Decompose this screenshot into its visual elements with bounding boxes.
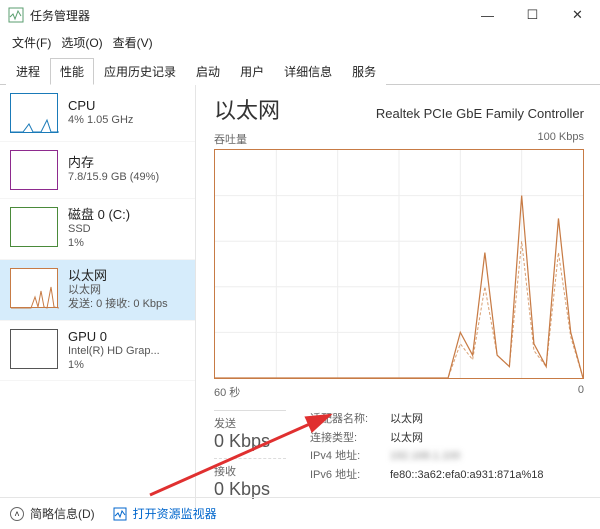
disk-mini-graph [10, 207, 58, 247]
tab-details[interactable]: 详细信息 [274, 58, 342, 85]
gpu-usage: 1% [68, 359, 160, 373]
cpu-stats: 4% 1.05 GHz [68, 114, 133, 128]
info-ipv4-val: 192.168.1.100 [390, 447, 460, 466]
tab-startup[interactable]: 启动 [186, 58, 230, 85]
ethernet-mini-graph [10, 268, 58, 308]
collapse-icon[interactable]: ˄ [10, 507, 24, 521]
resource-monitor-icon [113, 507, 127, 521]
brief-info-link[interactable]: 简略信息(D) [30, 505, 95, 522]
main-panel: 以太网 Realtek PCIe GbE Family Controller 吞… [196, 85, 600, 509]
tab-services[interactable]: 服务 [342, 58, 386, 85]
tab-app-history[interactable]: 应用历史记录 [94, 58, 186, 85]
info-adapter-key: 适配器名称: [310, 410, 390, 429]
tab-bar: 进程 性能 应用历史记录 启动 用户 详细信息 服务 [0, 57, 600, 85]
resource-monitor-link[interactable]: 打开资源监视器 [133, 505, 217, 522]
menu-view[interactable]: 查看(V) [109, 32, 157, 53]
memory-mini-graph [10, 150, 58, 190]
gpu-model: Intel(R) HD Grap... [68, 345, 160, 359]
memory-title: 内存 [68, 155, 159, 171]
info-conn-val: 以太网 [390, 429, 423, 448]
info-conn-key: 连接类型: [310, 429, 390, 448]
footer: ˄ 简略信息(D) 打开资源监视器 [0, 497, 600, 529]
adapter-name-header: Realtek PCIe GbE Family Controller [376, 106, 584, 121]
sidebar-item-cpu[interactable]: CPU 4% 1.05 GHz [0, 85, 195, 142]
menubar: 文件(F) 选项(O) 查看(V) [0, 30, 600, 57]
ethernet-stats: 发送: 0 接收: 0 Kbps [68, 298, 168, 312]
cpu-mini-graph [10, 93, 58, 133]
tab-performance[interactable]: 性能 [50, 58, 94, 85]
info-ipv6-key: IPv6 地址: [310, 466, 390, 485]
tab-processes[interactable]: 进程 [6, 58, 50, 85]
sidebar-item-gpu[interactable]: GPU 0 Intel(R) HD Grap... 1% [0, 321, 195, 382]
cpu-title: CPU [68, 98, 133, 114]
minimize-button[interactable]: — [465, 0, 510, 30]
info-ipv4-key: IPv4 地址: [310, 447, 390, 466]
disk-usage: 1% [68, 237, 130, 251]
sidebar-item-disk[interactable]: 磁盘 0 (C:) SSD 1% [0, 199, 195, 260]
ethernet-type: 以太网 [68, 284, 168, 298]
chart-x-right: 0 [578, 384, 584, 400]
ethernet-title: 以太网 [68, 268, 168, 284]
gpu-mini-graph [10, 329, 58, 369]
send-label: 发送 [214, 415, 286, 431]
sidebar-item-ethernet[interactable]: 以太网 以太网 发送: 0 接收: 0 Kbps [0, 260, 195, 321]
tab-users[interactable]: 用户 [230, 58, 274, 85]
sidebar-item-memory[interactable]: 内存 7.8/15.9 GB (49%) [0, 142, 195, 199]
sidebar: CPU 4% 1.05 GHz 内存 7.8/15.9 GB (49%) 磁盘 … [0, 85, 196, 509]
chart-x-left: 60 秒 [214, 384, 240, 400]
titlebar: 任务管理器 — ☐ ✕ [0, 0, 600, 30]
task-manager-icon [8, 7, 24, 23]
content-area: CPU 4% 1.05 GHz 内存 7.8/15.9 GB (49%) 磁盘 … [0, 85, 600, 509]
close-button[interactable]: ✕ [555, 0, 600, 30]
window-title: 任务管理器 [30, 7, 465, 24]
info-ipv6-val: fe80::3a62:efa0:a931:871a%18 [390, 466, 544, 485]
disk-title: 磁盘 0 (C:) [68, 207, 130, 223]
disk-type: SSD [68, 223, 130, 237]
gpu-title: GPU 0 [68, 329, 160, 345]
chart-ylabel: 吞吐量 [214, 131, 247, 147]
recv-label: 接收 [214, 463, 286, 479]
menu-options[interactable]: 选项(O) [57, 32, 106, 53]
throughput-chart [214, 149, 584, 379]
page-title: 以太网 [214, 93, 280, 125]
menu-file[interactable]: 文件(F) [8, 32, 55, 53]
info-adapter-val: 以太网 [390, 410, 423, 429]
details-section: 发送 0 Kbps 接收 0 Kbps 适配器名称:以太网 连接类型:以太网 I… [214, 410, 584, 506]
send-value: 0 Kbps [214, 431, 286, 452]
memory-stats: 7.8/15.9 GB (49%) [68, 171, 159, 185]
chart-ymax: 100 Kbps [538, 131, 584, 147]
maximize-button[interactable]: ☐ [510, 0, 555, 30]
